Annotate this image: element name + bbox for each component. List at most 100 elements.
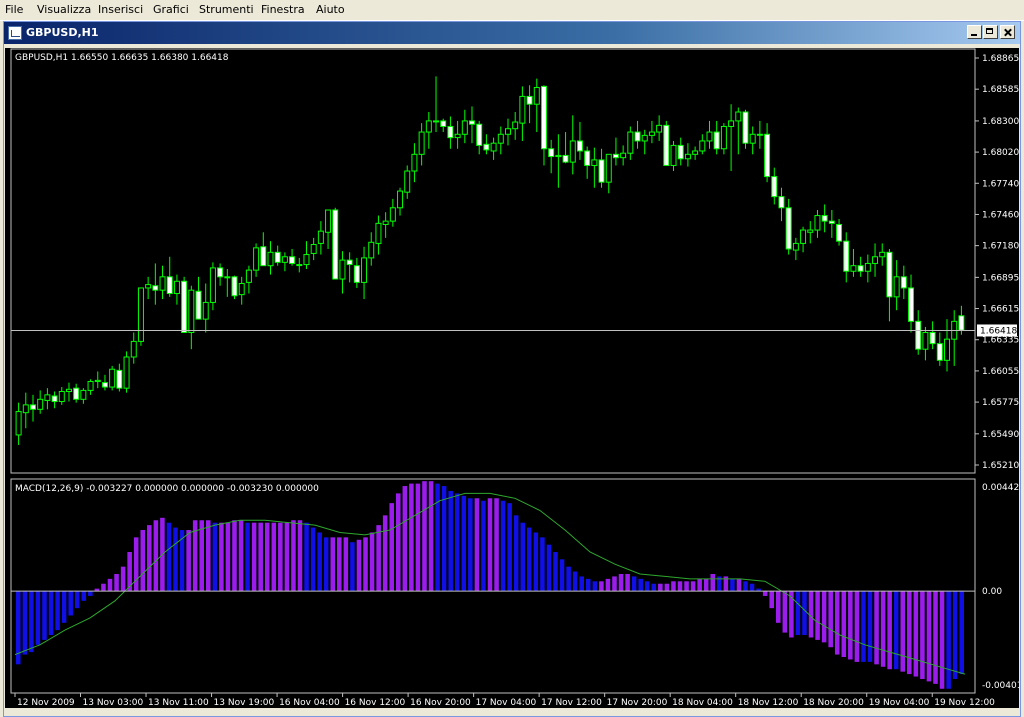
candle	[684, 143, 691, 167]
macd-bar	[101, 583, 106, 592]
menu-inserisci[interactable]: Inserisci	[98, 3, 143, 16]
macd-bar	[651, 583, 657, 592]
macd-bar	[710, 573, 716, 592]
candle	[706, 120, 713, 149]
macd-bar	[68, 591, 73, 616]
candle-body	[325, 209, 332, 233]
candle-body	[893, 276, 900, 298]
candle-body	[461, 120, 468, 135]
close-button[interactable]	[1000, 25, 1015, 39]
macd-bar	[658, 583, 663, 592]
candle	[166, 256, 173, 297]
macd-bar	[369, 532, 375, 592]
maximize-button[interactable]	[983, 25, 998, 39]
candle-body	[864, 262, 871, 272]
candle	[598, 148, 605, 188]
candle-body	[44, 394, 51, 401]
macd-bar	[572, 571, 578, 592]
candle	[785, 198, 792, 255]
candle-body	[879, 251, 886, 258]
candle-body	[922, 331, 929, 350]
macd-bar	[114, 573, 119, 592]
candle	[303, 241, 310, 270]
candle	[526, 85, 533, 124]
window-titlebar[interactable]: GBPUSD,H1	[4, 22, 1020, 44]
candle	[51, 391, 58, 409]
candle-body	[166, 276, 173, 295]
menu-aiuto[interactable]: Aiuto	[316, 3, 345, 16]
candle	[389, 198, 396, 227]
candle	[310, 237, 317, 261]
macd-bar	[245, 522, 250, 592]
candle	[742, 109, 749, 149]
candle-body	[504, 128, 511, 135]
candle-body	[706, 131, 713, 142]
candle-body	[936, 343, 943, 361]
macd-bar	[363, 537, 368, 592]
macd-bar	[441, 486, 447, 592]
candle	[65, 382, 72, 402]
candle	[634, 120, 641, 149]
macd-bar	[900, 591, 906, 672]
menu-visualizza[interactable]: Visualizza	[37, 3, 91, 16]
candle	[936, 332, 943, 366]
candle-body	[728, 120, 735, 127]
macd-bar	[435, 483, 440, 592]
candle-body	[771, 176, 778, 198]
menu-grafici[interactable]: Grafici	[153, 3, 189, 16]
macd-bar	[133, 537, 139, 592]
candle	[375, 215, 382, 255]
candle	[159, 265, 166, 300]
macd-bar	[297, 520, 303, 592]
candle	[497, 126, 504, 155]
candle-body	[569, 140, 576, 163]
candle	[440, 118, 447, 133]
candle	[670, 140, 677, 172]
macd-bar	[926, 591, 932, 682]
candle-body	[778, 196, 785, 209]
minimize-button[interactable]	[967, 25, 982, 39]
macd-bar	[631, 576, 637, 592]
chart-window-icon	[8, 26, 22, 40]
macd-bar	[605, 578, 611, 592]
candle	[181, 276, 188, 333]
candle	[720, 123, 727, 155]
price-tick-label: 1.66055	[982, 367, 1019, 377]
macd-bar	[140, 530, 146, 592]
macd-bar	[887, 591, 892, 670]
candle	[814, 209, 821, 238]
macd-bar	[74, 591, 80, 609]
candle-body	[469, 120, 476, 125]
macd-bar	[527, 527, 532, 592]
candle-body	[58, 391, 65, 403]
candle	[332, 207, 339, 280]
candle-body	[375, 222, 382, 244]
candle-body	[94, 379, 101, 382]
menu-file[interactable]: File	[5, 3, 23, 16]
candle	[260, 232, 267, 267]
price-tick-label: 1.65490	[982, 430, 1019, 440]
candle	[857, 256, 864, 277]
candle-body	[548, 148, 555, 158]
macd-bar	[264, 522, 270, 592]
menu-finestra[interactable]: Finestra	[261, 3, 305, 16]
candle-body	[720, 125, 727, 150]
macd-bar	[356, 539, 362, 592]
macd-bar	[402, 486, 408, 592]
candle	[123, 351, 130, 393]
candle-body	[51, 395, 58, 403]
macd-bar	[147, 525, 152, 592]
chart-area[interactable]: 1.68865 1.68585 1.68300 1.68020 1.67740 1.674…	[5, 48, 1019, 708]
candle	[699, 134, 706, 155]
macd-bar	[592, 581, 598, 592]
candle-body	[202, 301, 209, 320]
time-tick-label: 16 Nov 04:00	[279, 698, 340, 708]
macd-bar	[88, 591, 93, 596]
macd-bar	[828, 591, 833, 648]
menu-strumenti[interactable]: Strumenti	[199, 3, 254, 16]
candle-body	[454, 133, 461, 139]
candle	[562, 132, 569, 164]
macd-bar	[166, 522, 172, 592]
candle	[807, 221, 814, 244]
macd-bar	[225, 522, 231, 592]
